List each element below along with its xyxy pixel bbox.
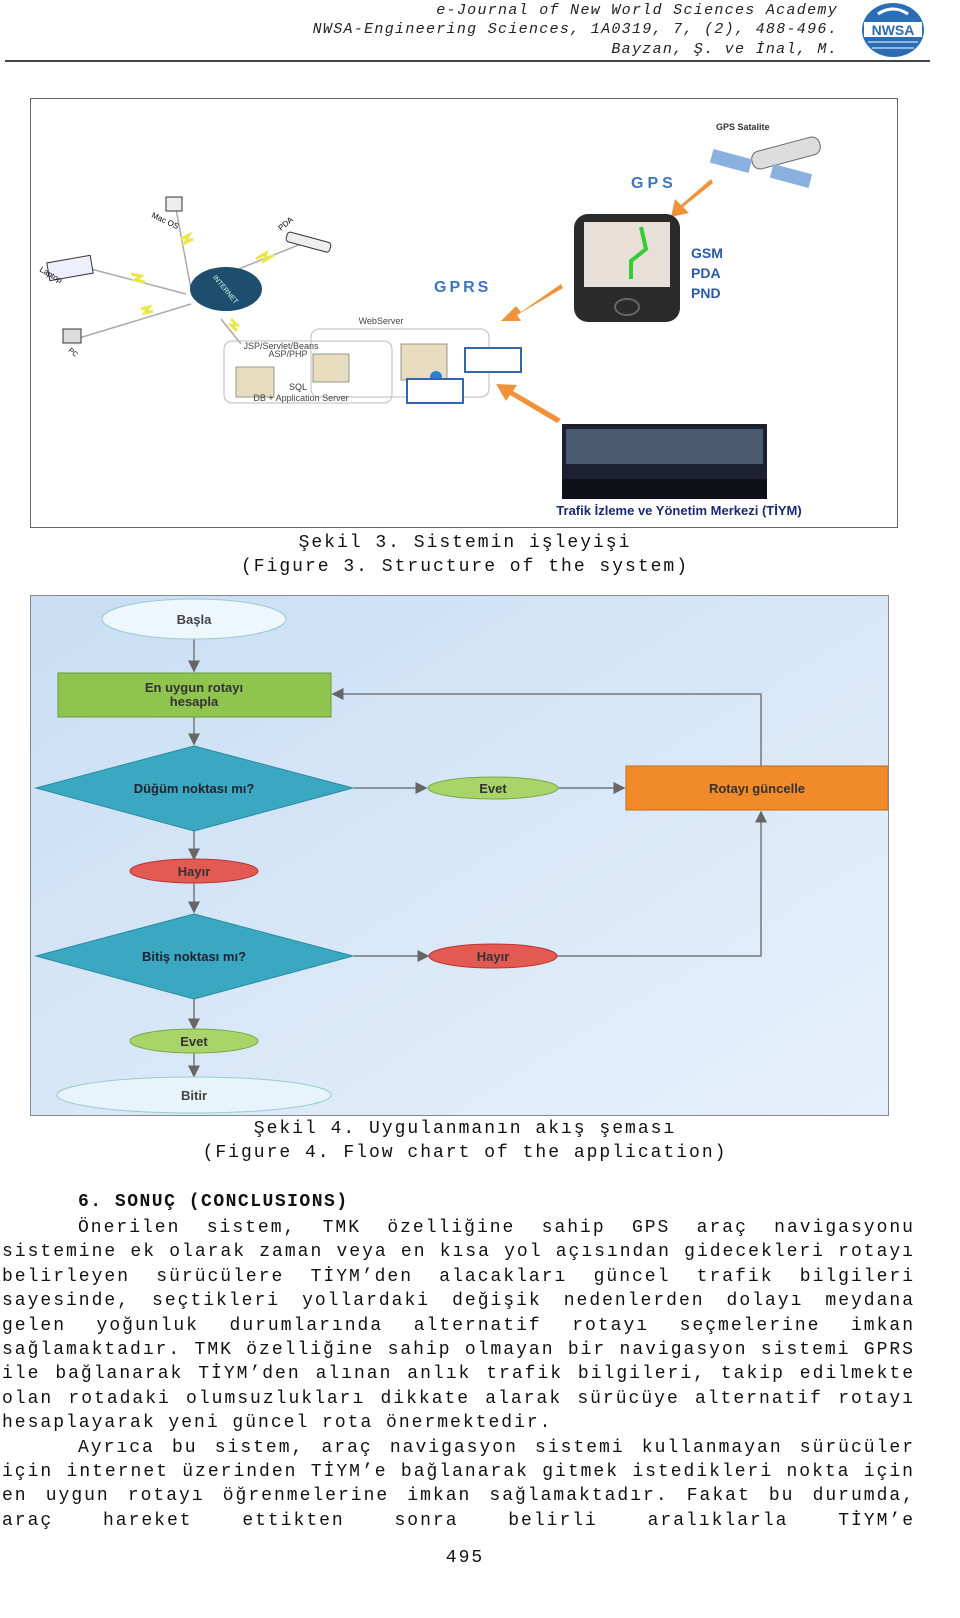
figure-4-caption-en: (Figure 4. Flow chart of the application… <box>202 1143 728 1163</box>
figure-3-caption-tr: Şekil 3. Sistemin işleyişi <box>298 533 632 553</box>
journal-name: e-Journal of New World Sciences Academy <box>436 2 838 19</box>
pda-icon <box>285 231 332 253</box>
label-gps: GPS <box>631 175 677 192</box>
label-mac-os: Mac OS <box>150 211 180 231</box>
label-sql: SQL <box>289 382 307 392</box>
label-pc: PC <box>67 347 79 359</box>
citation: NWSA-Engineering Sciences, 1A0319, 7, (2… <box>312 21 838 38</box>
figure-4-caption-tr: Şekil 4. Uygulanmanın akış şeması <box>253 1119 677 1139</box>
label-asp: ASP/PHP <box>268 349 307 359</box>
svg-text:Bitir: Bitir <box>181 1088 207 1103</box>
figure-3-caption-en: (Figure 3. Structure of the system) <box>240 557 690 577</box>
node-yes-1: Evet <box>427 776 559 800</box>
document-page: e-Journal of New World Sciences Academy … <box>0 0 960 1618</box>
svg-text:Başla: Başla <box>177 612 212 627</box>
section-body: Önerilen sistem, TMK özelliğine sahip GP… <box>2 1216 915 1533</box>
satellite-icon <box>709 136 821 188</box>
svg-text:Bitiş noktası mı?: Bitiş noktası mı? <box>142 949 246 964</box>
svg-text:Düğüm noktası mı?: Düğüm noktası mı? <box>134 781 255 796</box>
svg-text:Hayır: Hayır <box>178 864 211 879</box>
svg-text:En uygun rotayı: En uygun rotayı <box>145 680 243 695</box>
header-rule <box>5 60 930 62</box>
pc-icon <box>62 328 82 344</box>
figure-4-flow-chart: Başla En uygun rotayı hesapla Düğüm nokt… <box>30 595 889 1116</box>
node-yes-2: Evet <box>129 1028 259 1054</box>
svg-text:Rotayı güncelle: Rotayı güncelle <box>709 781 805 796</box>
authors: Bayzan, Ş. ve İnal, M. <box>611 41 838 58</box>
svg-text:Evet: Evet <box>479 781 507 796</box>
node-end: Bitir <box>56 1076 332 1114</box>
label-db-server: DB + Application Server <box>253 393 348 403</box>
svg-text:Evet: Evet <box>180 1034 208 1049</box>
svg-text:Hayır: Hayır <box>477 949 510 964</box>
label-pnd: PND <box>691 285 721 301</box>
label-pda-device: PDA <box>691 265 721 281</box>
paragraph: Ayrıca bu sistem, araç navigasyon sistem… <box>2 1437 915 1531</box>
traffic-control-center-photo <box>562 424 767 499</box>
nwsa-logo: NWSA <box>862 3 924 57</box>
internet-cloud-icon: INTERNET <box>190 267 262 311</box>
label-gprs: GPRS <box>434 279 491 296</box>
node-no-2: Hayır <box>428 943 558 969</box>
page-number: 495 <box>445 1548 485 1568</box>
figure-3-system-structure: Mac OS PDA Laptop PC INTERNET WebServer … <box>30 98 898 528</box>
section-heading: 6. SONUÇ (CONCLUSIONS) <box>78 1192 349 1212</box>
svg-text:hesapla: hesapla <box>170 694 219 709</box>
node-compute-route: En uygun rotayı hesapla <box>57 672 332 718</box>
label-gps-satellite: GPS Satalite <box>716 122 770 132</box>
label-pda: PDA <box>277 215 296 233</box>
label-webserver: WebServer <box>359 316 404 326</box>
paragraph: Önerilen sistem, TMK özelliğine sahip GP… <box>2 1218 915 1434</box>
svg-text:NWSA: NWSA <box>872 22 915 38</box>
label-gsm: GSM <box>691 245 723 261</box>
navigation-device-icon <box>574 214 680 322</box>
mac-os-icon <box>165 196 183 212</box>
label-traffic-center: Trafik İzleme ve Yönetim Merkezi (TİYM) <box>556 503 801 518</box>
node-no-1: Hayır <box>129 858 259 884</box>
node-start: Başla <box>101 598 287 640</box>
node-update-route: Rotayı güncelle <box>625 765 889 811</box>
